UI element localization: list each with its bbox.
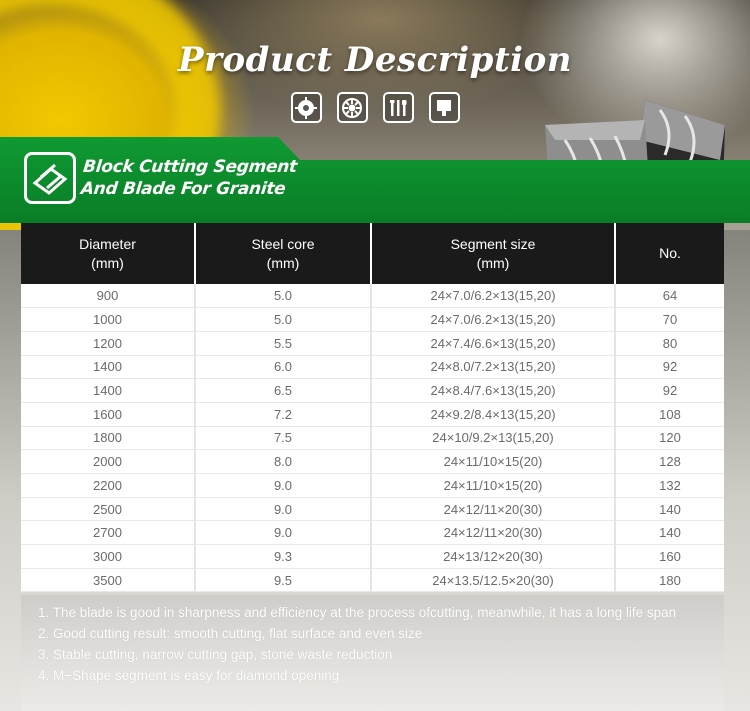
table-cell: 2000 (21, 449, 196, 474)
table-cell: 3000 (21, 544, 196, 569)
column-header-label: (mm) (476, 254, 510, 271)
table-cell: 160 (615, 544, 724, 569)
table-cell: 140 (615, 497, 724, 522)
table-row: 1000 5.0 24×7.0/6.2×13(15,20) 70 (21, 307, 724, 332)
column-header-label: Diameter (79, 235, 136, 252)
table-cell: 92 (615, 378, 724, 403)
note-item: 4. M−Shape segment is easy for diamond o… (38, 668, 340, 683)
column-header-steel-core: Steel core (mm) (195, 223, 372, 284)
table-cell: 140 (615, 520, 724, 546)
table-row: 900 5.0 24×7.0/6.2×13(15,20) 64 (21, 284, 724, 309)
table-cell: 9.0 (195, 497, 372, 522)
table-row: 1800 7.5 24×10/9.2×13(15,20) 120 (21, 426, 724, 451)
table-cell: 120 (615, 426, 724, 451)
table-cell: 128 (615, 449, 724, 474)
product-name: Block Cutting Segment And Blade For Gran… (80, 156, 298, 200)
page-title: Product Description (178, 40, 572, 80)
table-row: 2200 9.0 24×11/10×15(20) 132 (21, 473, 724, 498)
table-cell: 5.0 (195, 307, 372, 332)
table-cell: 9.0 (195, 520, 372, 546)
specification-table: Diameter (mm) Steel core (mm) Segment size… (21, 223, 724, 593)
table-cell: 9.0 (195, 473, 372, 498)
table-cell: 92 (615, 355, 724, 380)
table-cell: 24×7.4/6.6×13(15,20) (371, 331, 616, 356)
table-cell: 24×7.0/6.2×13(15,20) (371, 307, 616, 332)
table-cell: 24×7.0/6.2×13(15,20) (371, 284, 616, 309)
table-row: 1200 5.5 24×7.4/6.6×13(15,20) 80 (21, 331, 724, 356)
note-item: 3. Stable cutting, narrow cutting gap, s… (38, 647, 393, 662)
feature-notes: 1. The blade is good in sharpness and ef… (21, 595, 724, 711)
table-cell: 2200 (21, 473, 196, 498)
table-cell: 24×12/11×20(30) (371, 520, 616, 546)
note-item: 2. Good cutting result: smooth cutting, … (38, 626, 423, 641)
table-row: 2500 9.0 24×12/11×20(30) 140 (21, 497, 724, 522)
table-cell: 2700 (21, 520, 196, 546)
table-cell: 108 (615, 402, 724, 427)
column-header-label: Segment size (450, 235, 536, 252)
table-cell: 24×8.0/7.2×13(15,20) (371, 355, 616, 380)
table-row: 1600 7.2 24×9.2/8.4×13(15,20) 108 (21, 402, 724, 427)
table-cell: 7.5 (195, 426, 372, 451)
table-cell: 3500 (21, 568, 196, 593)
table-cell: 5.5 (195, 331, 372, 356)
table-cell: 2500 (21, 497, 196, 522)
table-row: 3000 9.3 24×13/12×20(30) 160 (21, 544, 724, 569)
table-cell: 132 (615, 473, 724, 498)
table-cell: 1200 (21, 331, 196, 356)
table-cell: 24×12/11×20(30) (371, 497, 616, 522)
product-name-line1: Block Cutting Segment (82, 157, 298, 177)
table-cell: 24×11/10×15(20) (371, 473, 616, 498)
table-cell: 24×9.2/8.4×13(15,20) (371, 402, 616, 427)
table-cell: 64 (615, 284, 724, 309)
column-header-label: No. (659, 245, 681, 261)
table-cell: 900 (21, 284, 196, 309)
column-header-label: (mm) (266, 254, 300, 271)
table-row: 2000 8.0 24×11/10×15(20) 128 (21, 449, 724, 474)
table-cell: 24×13/12×20(30) (371, 544, 616, 569)
table-cell: 70 (615, 307, 724, 332)
column-header-label: Steel core (251, 235, 315, 252)
table-cell: 24×8.4/7.6×13(15,20) (371, 378, 616, 403)
table-cell: 7.2 (195, 402, 372, 427)
table-row: 3500 9.5 24×13.5/12.5×20(30) 180 (21, 568, 724, 593)
table-cell: 24×13.5/12.5×20(30) (371, 568, 616, 593)
table-cell: 1600 (21, 402, 196, 427)
table-cell: 24×10/9.2×13(15,20) (371, 426, 616, 451)
table-cell: 6.0 (195, 355, 372, 380)
column-header-label: (mm) (91, 254, 124, 271)
note-item: 1. The blade is good in sharpness and ef… (38, 605, 677, 620)
table-cell: 8.0 (195, 449, 372, 474)
column-header-diameter: Diameter (mm) (21, 223, 196, 284)
table-cell: 5.0 (195, 284, 372, 309)
table-cell: 24×11/10×15(20) (371, 449, 616, 474)
product-name-line2: And Blade For Granite (79, 179, 287, 199)
table-row: 1400 6.0 24×8.0/7.2×13(15,20) 92 (21, 355, 724, 380)
table-cell: 9.3 (195, 544, 372, 569)
tools-icon (382, 92, 414, 123)
saw-blade-icon (290, 92, 322, 123)
stone-block-icon (428, 92, 460, 123)
segmented-blade-icon (336, 92, 368, 123)
table-row: 2700 9.0 24×12/11×20(30) 140 (21, 520, 724, 546)
table-cell: 180 (615, 568, 724, 593)
table-cell: 1000 (21, 307, 196, 332)
table-cell: 1800 (21, 426, 196, 451)
table-cell: 1400 (21, 355, 196, 380)
table-cell: 80 (615, 331, 724, 356)
table-cell: 9.5 (195, 568, 372, 593)
diamond-segment-icon (24, 152, 76, 204)
table-cell: 1400 (21, 378, 196, 403)
table-cell: 6.5 (195, 378, 372, 403)
column-header-segment-size: Segment size (mm) (371, 223, 616, 284)
table-header-row: Diameter (mm) Steel core (mm) Segment size… (21, 223, 724, 284)
column-header-count: No. (615, 223, 724, 284)
table-row: 1400 6.5 24×8.4/7.6×13(15,20) 92 (21, 378, 724, 403)
